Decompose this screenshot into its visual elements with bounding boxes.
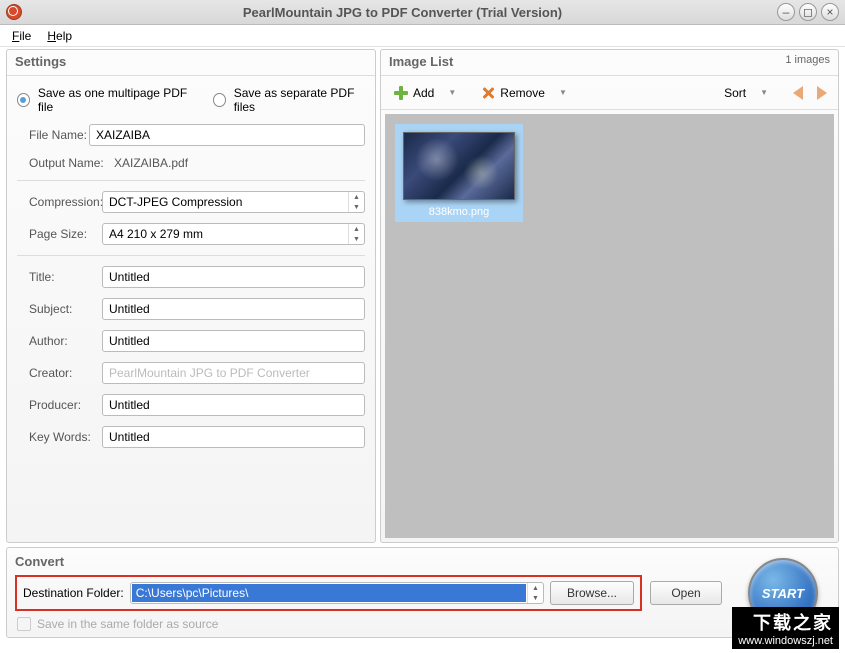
same-folder-checkbox[interactable]	[17, 617, 31, 631]
radio-separate[interactable]	[213, 93, 226, 107]
sort-label: Sort	[724, 86, 746, 100]
creator-input	[102, 362, 365, 384]
producer-input[interactable]	[102, 394, 365, 416]
radio-separate-label: Save as separate PDF files	[234, 86, 365, 114]
menu-help[interactable]: Help	[41, 27, 78, 45]
imagelist-panel: Image List 1 images Add ▼ Remove ▼ Sort …	[380, 49, 839, 543]
browse-button[interactable]: Browse...	[550, 581, 634, 605]
destfolder-value: C:\Users\pc\Pictures\	[132, 584, 526, 602]
pagesize-combo[interactable]: A4 210 x 279 mm ▲▼	[102, 223, 365, 245]
settings-header: Settings	[15, 54, 66, 69]
minimize-button[interactable]: –	[777, 3, 795, 21]
compression-label: Compression:	[17, 195, 102, 209]
menu-file[interactable]: File	[6, 27, 37, 45]
compression-combo[interactable]: DCT-JPEG Compression ▲▼	[102, 191, 365, 213]
filename-label: File Name:	[17, 128, 89, 142]
keywords-label: Key Words:	[17, 430, 102, 444]
pagesize-label: Page Size:	[17, 227, 102, 241]
close-button[interactable]: ×	[821, 3, 839, 21]
add-button[interactable]: Add	[387, 82, 440, 104]
destfolder-combo[interactable]: C:\Users\pc\Pictures\ ▲▼	[130, 582, 544, 604]
filename-input[interactable]	[89, 124, 365, 146]
next-button[interactable]	[812, 84, 832, 102]
open-button[interactable]: Open	[650, 581, 722, 605]
keywords-input[interactable]	[102, 426, 365, 448]
plus-icon	[393, 85, 409, 101]
destination-highlight: Destination Folder: C:\Users\pc\Pictures…	[15, 575, 642, 611]
thumbnail-image	[403, 132, 515, 200]
sort-dropdown[interactable]: ▼	[756, 88, 772, 97]
title-label: Title:	[17, 270, 102, 284]
author-input[interactable]	[102, 330, 365, 352]
prev-button[interactable]	[788, 84, 808, 102]
subject-label: Subject:	[17, 302, 102, 316]
subject-input[interactable]	[102, 298, 365, 320]
menubar: File Help	[0, 25, 845, 47]
remove-label: Remove	[500, 86, 545, 100]
thumbnail-item[interactable]: 838kmo.png	[395, 124, 523, 222]
maximize-button[interactable]: ◻	[799, 3, 817, 21]
compression-value: DCT-JPEG Compression	[103, 195, 348, 209]
outputname-value: XAIZAIBA.pdf	[114, 156, 188, 170]
remove-dropdown[interactable]: ▼	[555, 88, 571, 97]
sort-button[interactable]: Sort	[718, 83, 752, 103]
radio-multipage-label: Save as one multipage PDF file	[38, 86, 190, 114]
pagesize-value: A4 210 x 279 mm	[103, 227, 348, 241]
same-folder-label: Save in the same folder as source	[37, 617, 218, 631]
imagelist-header: Image List	[389, 54, 453, 69]
titlebar: PearlMountain JPG to PDF Converter (Tria…	[0, 0, 845, 25]
remove-button[interactable]: Remove	[474, 82, 551, 104]
app-icon	[6, 4, 22, 20]
creator-label: Creator:	[17, 366, 102, 380]
radio-multipage[interactable]	[17, 93, 30, 107]
arrow-left-icon	[793, 86, 803, 100]
author-label: Author:	[17, 334, 102, 348]
watermark: 下载之家 www.windowszj.net	[732, 607, 839, 649]
thumbnail-name: 838kmo.png	[403, 206, 515, 218]
thumbnails-area[interactable]: 838kmo.png	[385, 114, 834, 538]
watermark-cn: 下载之家	[738, 609, 833, 635]
convert-panel: Convert Destination Folder: C:\Users\pc\…	[6, 547, 839, 638]
add-label: Add	[413, 86, 434, 100]
x-icon	[480, 85, 496, 101]
outputname-label: Output Name:	[29, 156, 114, 170]
window-title: PearlMountain JPG to PDF Converter (Tria…	[28, 5, 777, 20]
destfolder-label: Destination Folder:	[23, 586, 124, 600]
settings-panel: Settings Save as one multipage PDF file …	[6, 49, 376, 543]
add-dropdown[interactable]: ▼	[444, 88, 460, 97]
title-input[interactable]	[102, 266, 365, 288]
watermark-url: www.windowszj.net	[738, 635, 833, 647]
imagelist-count: 1 images	[785, 54, 830, 69]
arrow-right-icon	[817, 86, 827, 100]
convert-header: Convert	[15, 552, 830, 575]
producer-label: Producer:	[17, 398, 102, 412]
